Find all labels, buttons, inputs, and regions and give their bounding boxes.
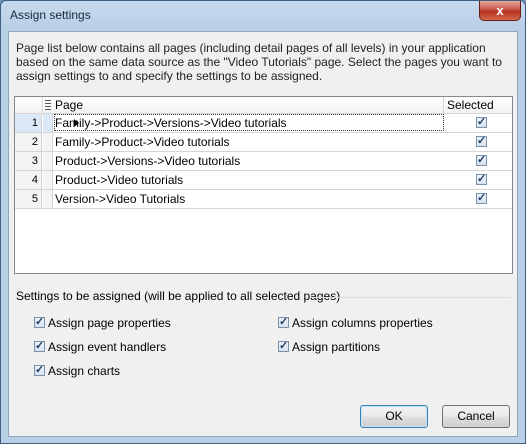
row-selected-checkbox[interactable]	[476, 172, 487, 185]
row-number: 5	[15, 190, 42, 208]
row-number: 3	[15, 152, 42, 170]
table-row[interactable]: 5 Version->Video Tutorials	[15, 190, 512, 209]
settings-group-label: Settings to be assigned (will be applied…	[16, 289, 345, 303]
row-page-name: Family->Product->Video tutorials	[55, 135, 230, 149]
title-bar[interactable]: Assign settings x	[1, 1, 525, 31]
column-chooser-icon[interactable]	[45, 100, 51, 110]
window-title: Assign settings	[10, 8, 91, 22]
column-header-page[interactable]: Page	[55, 98, 83, 112]
row-selected-checkbox[interactable]	[476, 153, 487, 166]
assign-columns-properties-checkbox[interactable]	[278, 315, 289, 328]
row-selected-checkbox[interactable]	[476, 134, 487, 147]
row-page-name: Family->Product->Versions->Video tutoria…	[55, 116, 287, 130]
row-number: 2	[15, 133, 42, 151]
cancel-button[interactable]: Cancel	[442, 405, 510, 428]
table-row[interactable]: 4 Product->Video tutorials	[15, 171, 512, 190]
assign-charts-checkbox[interactable]	[34, 363, 45, 376]
row-number: 1	[15, 114, 42, 132]
close-button[interactable]: x	[479, 1, 521, 21]
ok-button[interactable]: OK	[360, 405, 428, 428]
table-row[interactable]: 3 Product->Versions->Video tutorials	[15, 152, 512, 171]
table-row[interactable]: 2 Family->Product->Video tutorials	[15, 133, 512, 152]
group-divider	[310, 297, 511, 298]
row-page-name: Version->Video Tutorials	[55, 192, 186, 206]
column-header-selected[interactable]: Selected	[447, 98, 494, 112]
table-row[interactable]: 1 Family->Product->Versions->Video tutor…	[15, 114, 512, 133]
description-text: Page list below contains all pages (incl…	[16, 41, 502, 83]
dialog-body: Page list below contains all pages (incl…	[8, 31, 518, 437]
assign-partitions-checkbox[interactable]	[278, 339, 289, 352]
row-selected-checkbox[interactable]	[476, 115, 487, 128]
row-number: 4	[15, 171, 42, 189]
pages-grid[interactable]: Page Selected 1 Family->Product->Version…	[14, 96, 513, 274]
row-selected-checkbox[interactable]	[476, 191, 487, 204]
row-page-name: Product->Versions->Video tutorials	[55, 154, 241, 168]
assign-settings-dialog: Assign settings x Page list below contai…	[0, 0, 526, 444]
assign-page-properties-checkbox[interactable]	[34, 315, 45, 328]
assign-event-handlers-checkbox[interactable]	[34, 339, 45, 352]
grid-header: Page Selected	[15, 97, 512, 114]
row-page-name: Product->Video tutorials	[55, 173, 184, 187]
